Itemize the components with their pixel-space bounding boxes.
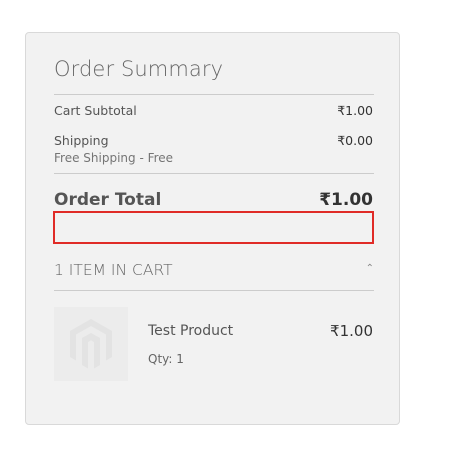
divider — [54, 290, 374, 291]
shipping-label: Shipping — [54, 133, 109, 148]
shipping-value: ₹0.00 — [337, 133, 373, 148]
shipping-method: Free Shipping - Free — [54, 151, 174, 165]
chevron-up-icon: ⌃ — [365, 263, 374, 274]
divider — [54, 94, 374, 95]
order-summary-title: Order Summary — [54, 57, 224, 81]
order-summary-panel: Order Summary Cart Subtotal ₹1.00 Shippi… — [25, 32, 400, 425]
order-total-value: ₹1.00 — [319, 190, 373, 210]
items-in-cart-toggle[interactable]: 1 ITEM IN CART ⌃ — [54, 258, 374, 290]
order-total-label: Order Total — [54, 190, 162, 210]
product-name: Test Product — [148, 323, 234, 339]
product-qty: Qty: 1 — [148, 352, 184, 366]
product-thumbnail[interactable] — [54, 307, 128, 381]
divider — [54, 173, 374, 174]
cart-subtotal-value: ₹1.00 — [337, 103, 373, 118]
highlight-box — [53, 211, 374, 244]
magento-logo-icon — [70, 319, 112, 369]
cart-subtotal-label: Cart Subtotal — [54, 103, 137, 118]
items-in-cart-label: 1 ITEM IN CART — [54, 261, 173, 279]
product-price: ₹1.00 — [330, 322, 373, 340]
